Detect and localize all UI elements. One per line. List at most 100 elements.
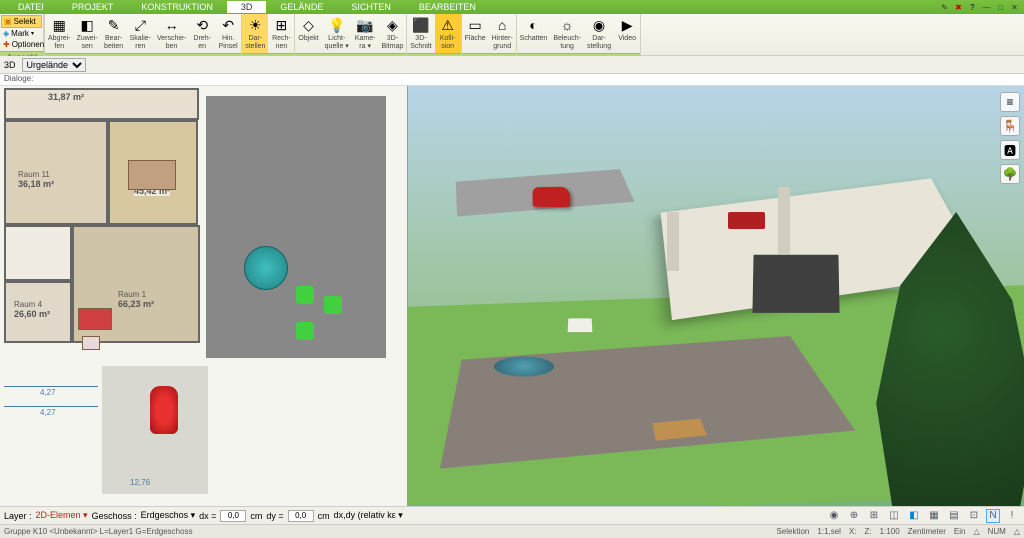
text-icon[interactable]: 🅰 (1000, 140, 1020, 160)
ribbon-label: Hin. Pinsel (219, 35, 238, 51)
toggle-icon[interactable]: ▦ (926, 509, 942, 523)
layer-select[interactable]: Urgelände (22, 58, 86, 72)
toggle-icon[interactable]: ⊡ (966, 509, 982, 523)
ribbon-kame-button[interactable]: 📷Kame- ra ▾ (352, 14, 379, 53)
ribbon-dreh-button[interactable]: ⟲Dreh- en (189, 14, 215, 53)
ribbon-abgrei-button[interactable]: ▦Abgrei- fen (45, 14, 74, 53)
menu-sichten[interactable]: SICHTEN (337, 1, 405, 13)
tool-icon[interactable]: ✖ (953, 2, 964, 13)
ribbon-rech-button[interactable]: ⊞Rech- nen (268, 14, 294, 53)
ribbon-dar-button[interactable]: ◉Dar- stellung (584, 14, 614, 53)
ribbon-icon: ⤢ (131, 16, 149, 34)
toggle-icon[interactable]: ◫ (886, 509, 902, 523)
toggle-icon[interactable]: ◉ (826, 509, 842, 523)
tree-icon[interactable]: 🌳 (1000, 164, 1020, 184)
menu-bearbeiten[interactable]: BEARBEITEN (405, 1, 490, 13)
courtyard[interactable] (206, 96, 386, 358)
ribbon-icon: ⚠ (439, 16, 457, 34)
menu-gelaende[interactable]: GELÄNDE (266, 1, 337, 13)
selekt-button[interactable]: ▣Selekt (1, 15, 42, 28)
ribbon-label: Dar- stellung (587, 35, 611, 51)
rel-select[interactable]: dx,dy (relativ kε ▾ (334, 510, 403, 521)
chair-2d[interactable] (82, 336, 100, 350)
toggle-icon[interactable]: ! (1004, 509, 1020, 523)
2d-view[interactable]: 31,87 m² Raum 1136,18 m² 45,42 m² Raum 1… (0, 86, 408, 506)
ribbon-icon: ▶ (618, 16, 636, 34)
glass-doors (752, 255, 839, 313)
ribbon-objekt-button[interactable]: ◇Objekt (295, 14, 321, 53)
ribbon-icon: ⊞ (272, 16, 290, 34)
dimension: 4,27 (40, 388, 56, 397)
main-area: 31,87 m² Raum 1136,18 m² 45,42 m² Raum 1… (0, 86, 1024, 506)
ribbon-label: Dar- stellen (245, 35, 265, 51)
chair-2d[interactable] (296, 286, 314, 304)
sofa-2d[interactable] (78, 308, 112, 330)
ribbon-schatten-button[interactable]: ◐Schatten (517, 14, 551, 53)
3d-toolbar: ≡ 🪑 🅰 🌳 (1000, 92, 1020, 184)
ribbon-icon: ▦ (50, 16, 68, 34)
ribbon-hin-button[interactable]: ↶Hin. Pinsel (215, 14, 241, 53)
maximize-icon[interactable]: □ (995, 2, 1006, 13)
room-area: 66,23 m² (118, 299, 154, 309)
ribbon-label: Beleuch- tung (553, 35, 581, 51)
status-x: X: (849, 527, 857, 536)
layer-label: Layer : (4, 511, 32, 521)
mark-button[interactable]: ◈Mark▾ (1, 28, 42, 39)
minimize-icon[interactable]: — (981, 2, 992, 13)
umbrella-2d[interactable] (244, 246, 288, 290)
toggle-icon[interactable]: ⊞ (866, 509, 882, 523)
ribbon-licht-button[interactable]: 💡Licht- quelle ▾ (322, 14, 352, 53)
status-bar: Gruppe K10 <Unbekannt> L=Layer1 G=Erdges… (0, 524, 1024, 538)
ribbon-label: 3D- Schnitt (410, 35, 431, 51)
chair-2d[interactable] (296, 322, 314, 340)
ribbon-flche-button[interactable]: ▭Fläche (462, 14, 489, 53)
ribbon-icon: 💡 (328, 16, 346, 34)
dx-unit: cm (250, 511, 262, 521)
furniture-icon[interactable]: 🪑 (1000, 116, 1020, 136)
params-bar: Layer : 2D-Elemen ▾ Geschoss : Erdgescho… (0, 506, 1024, 524)
3d-view[interactable]: ≡ 🪑 🅰 🌳 (408, 86, 1024, 506)
ribbon-skalie-button[interactable]: ⤢Skalie- ren (127, 14, 154, 53)
ribbon-zuwei-button[interactable]: ◧Zuwei- sen (74, 14, 101, 53)
optionen-button[interactable]: ✚Optionen (1, 39, 42, 50)
close-icon[interactable]: ✕ (1009, 2, 1020, 13)
chair-2d[interactable] (324, 296, 342, 314)
ribbon: ▣Selekt ◈Mark▾ ✚Optionen Auswahl ▦Abgrei… (0, 14, 1024, 56)
dy-input[interactable] (288, 510, 314, 522)
ribbon-label: Dreh- en (193, 35, 211, 51)
toggle-icon[interactable]: ▤ (946, 509, 962, 523)
ribbon-hinter-button[interactable]: ⌂Hinter- grund (489, 14, 516, 53)
ribbon-video-button[interactable]: ▶Video (614, 14, 640, 53)
table-2d[interactable] (128, 160, 176, 190)
car-2d[interactable] (150, 386, 178, 434)
toggle-icon[interactable]: ⊕ (846, 509, 862, 523)
ribbon-bear-button[interactable]: ✎Bear- beiten (101, 14, 127, 53)
dx-input[interactable] (220, 510, 246, 522)
toggle-icon[interactable]: N (986, 509, 1000, 523)
ribbon-icon: ⟲ (193, 16, 211, 34)
room-name: Raum 11 (18, 170, 50, 179)
layers-icon[interactable]: ≡ (1000, 92, 1020, 112)
status-scale1: 1:1,sel (817, 527, 841, 536)
ribbon-dar-button[interactable]: ☀Dar- stellen (242, 14, 268, 53)
ribbon-label: Kolli- sion (440, 35, 456, 51)
ribbon-label: Fläche (465, 35, 486, 43)
menu-projekt[interactable]: PROJEKT (58, 1, 128, 13)
ribbon-beleuch-button[interactable]: ☼Beleuch- tung (550, 14, 584, 53)
menu-konstruktion[interactable]: KONSTRUKTION (127, 1, 227, 13)
layer-value-select[interactable]: 2D-Elemen ▾ (36, 510, 88, 521)
ribbon-kolli-button[interactable]: ⚠Kolli- sion (435, 14, 461, 53)
status-scale2: 1:100 (880, 527, 900, 536)
sofa-3d (728, 212, 765, 229)
status-ein: Ein (954, 527, 966, 536)
menu-datei[interactable]: DATEI (4, 1, 58, 13)
geschoss-select[interactable]: Erdgeschos ▾ (141, 510, 196, 521)
ribbon-verschie-button[interactable]: ↔Verschie- ben (154, 14, 189, 53)
tool-icon[interactable]: ✎ (939, 2, 950, 13)
menu-3d[interactable]: 3D (227, 1, 267, 13)
help-icon[interactable]: ? (967, 2, 978, 13)
status-num: NUM (988, 527, 1006, 536)
ribbon-d-button[interactable]: ⬛3D- Schnitt (407, 14, 434, 53)
ribbon-d-button[interactable]: ◈3D- Bitmap (378, 14, 406, 53)
toggle-icon[interactable]: ◧ (906, 509, 922, 523)
